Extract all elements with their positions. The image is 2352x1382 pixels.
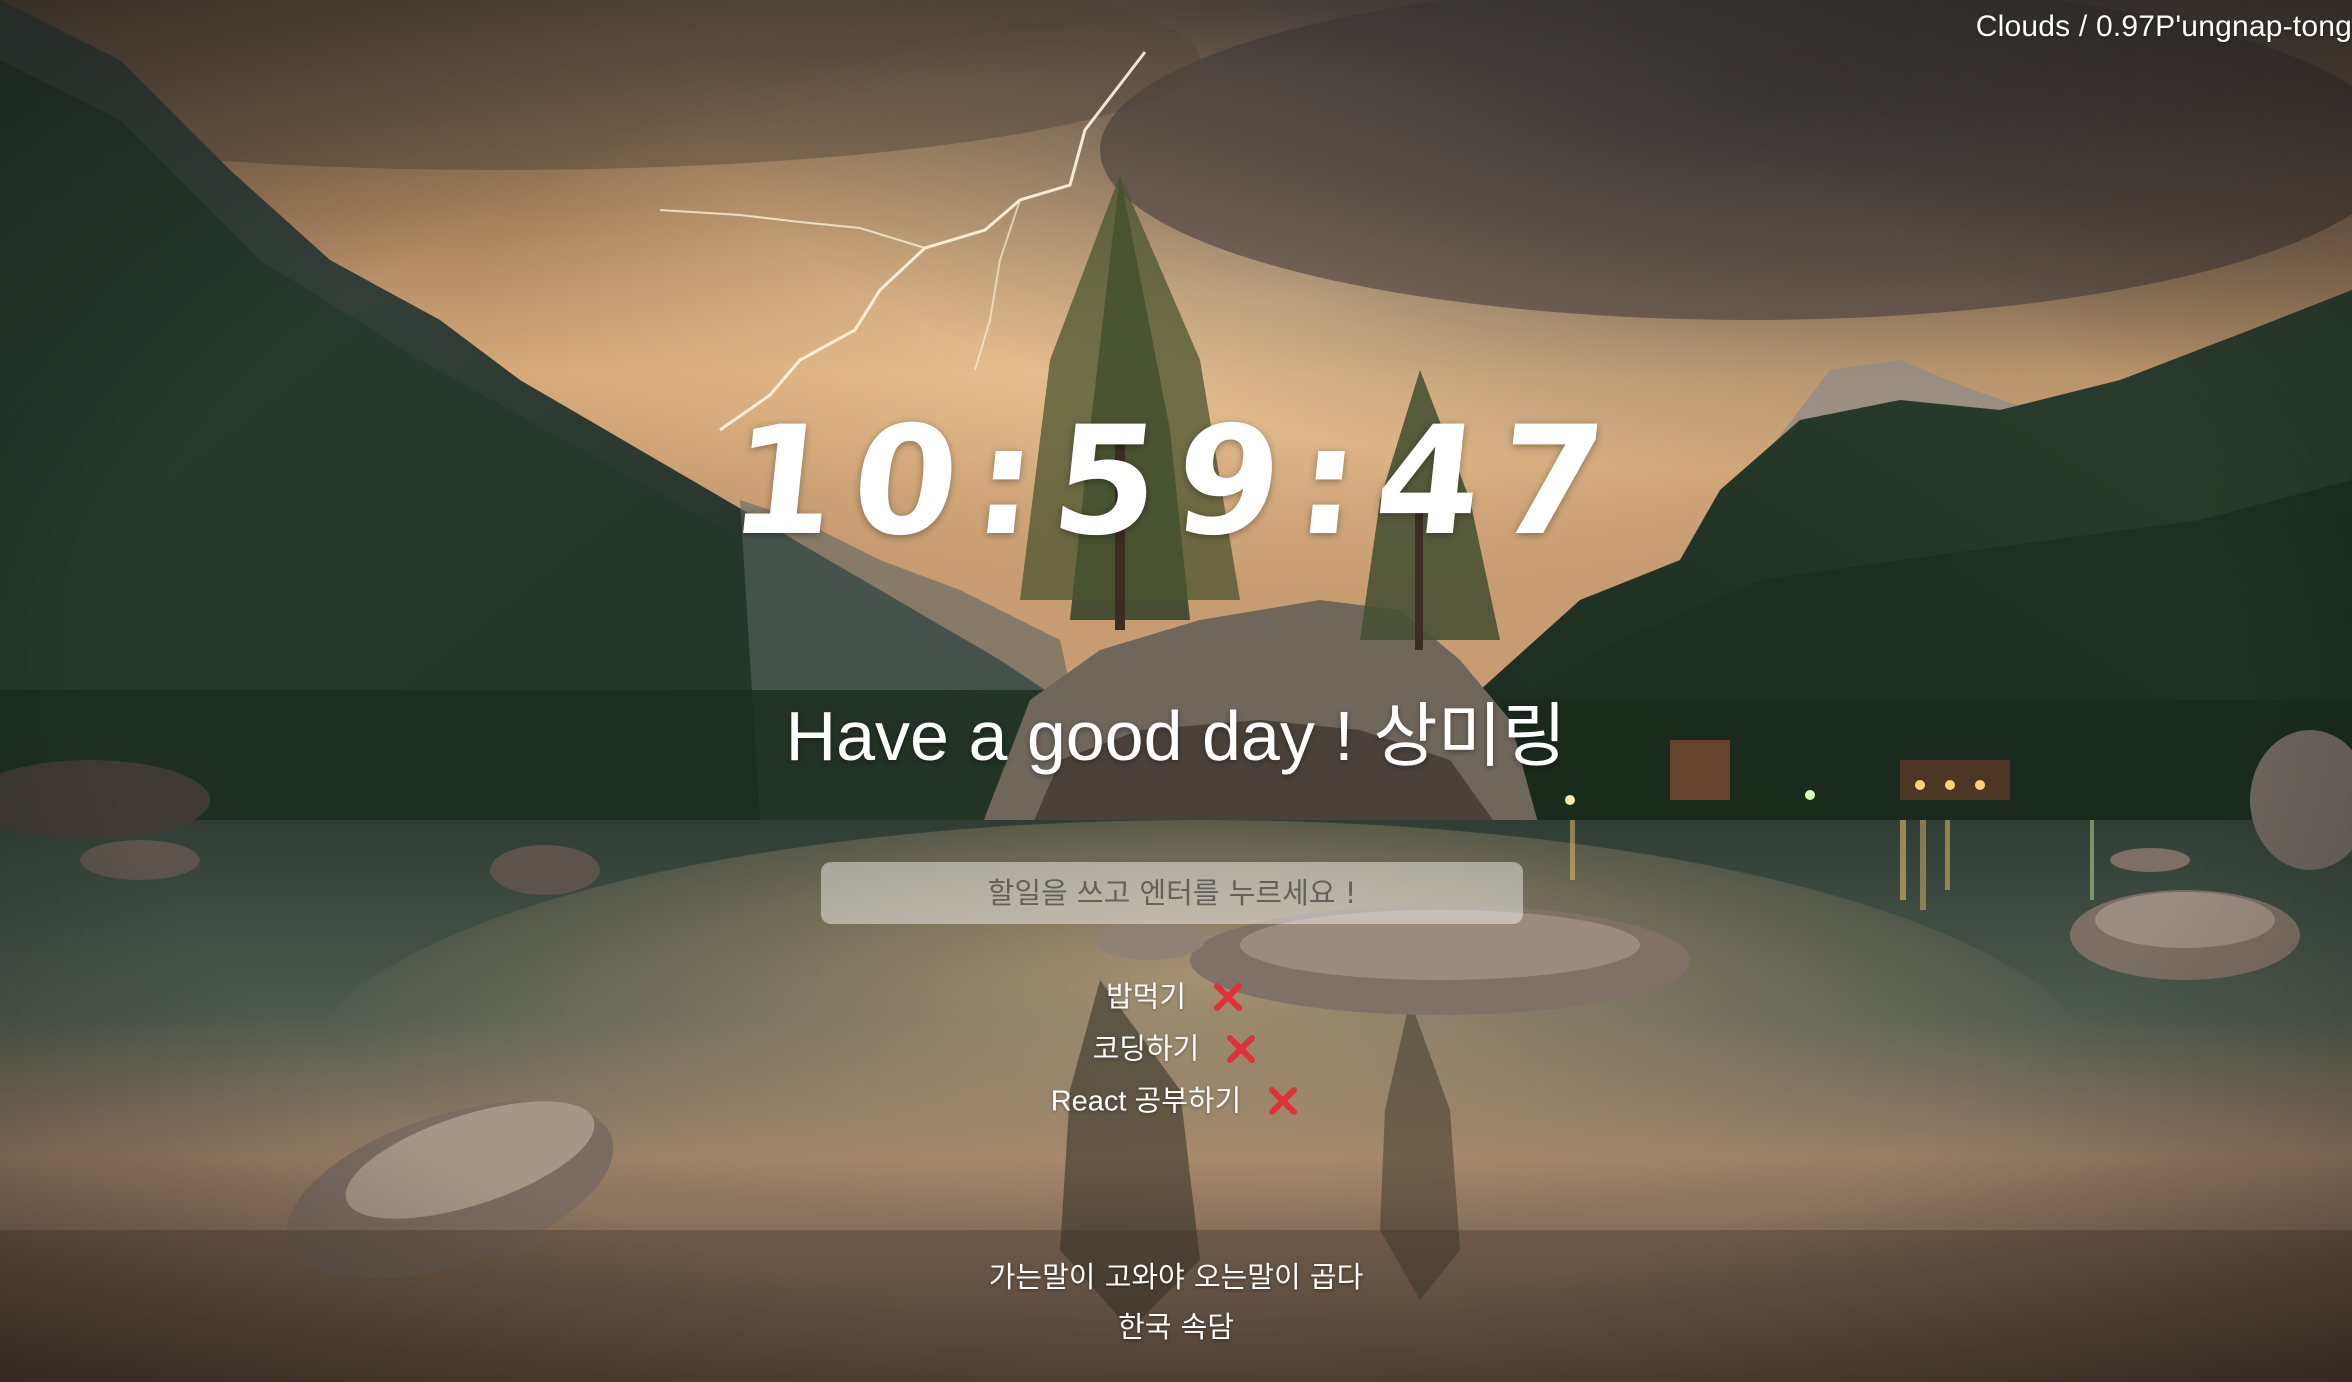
todo-item: 코딩하기 [0, 1022, 2352, 1074]
greeting: Have a good day ! 상미링 [785, 697, 1567, 775]
weather-info: Clouds / 0.97P'ungnap-tong [1975, 10, 2352, 43]
todo-item: React 공부하기 [0, 1074, 2352, 1126]
delete-todo-button[interactable] [1210, 979, 1246, 1015]
delete-todo-button[interactable] [1265, 1083, 1301, 1119]
todo-list: 밥먹기 코딩하기 React 공부하기 [0, 970, 2352, 1126]
todo-item-label: React 공부하기 [1050, 1085, 1242, 1118]
red-x-icon [1227, 1035, 1256, 1064]
delete-todo-button[interactable] [1223, 1031, 1259, 1067]
todo-item: 밥먹기 [0, 970, 2352, 1022]
red-x-icon [1214, 983, 1243, 1012]
red-x-icon [1269, 1087, 1298, 1116]
quote-text: 가는말이 고와야 오는말이 곱다 [988, 1260, 1364, 1294]
todo-item-label: 코딩하기 [1092, 1033, 1200, 1066]
todo-item-label: 밥먹기 [1105, 981, 1187, 1014]
todo-form [821, 862, 1523, 924]
quote: 가는말이 고와야 오는말이 곱다 한국 속담 [0, 1252, 2352, 1352]
quote-author: 한국 속담 [1118, 1310, 1234, 1344]
clock: 10:59:47 [721, 395, 1631, 569]
todo-input[interactable] [821, 862, 1523, 924]
